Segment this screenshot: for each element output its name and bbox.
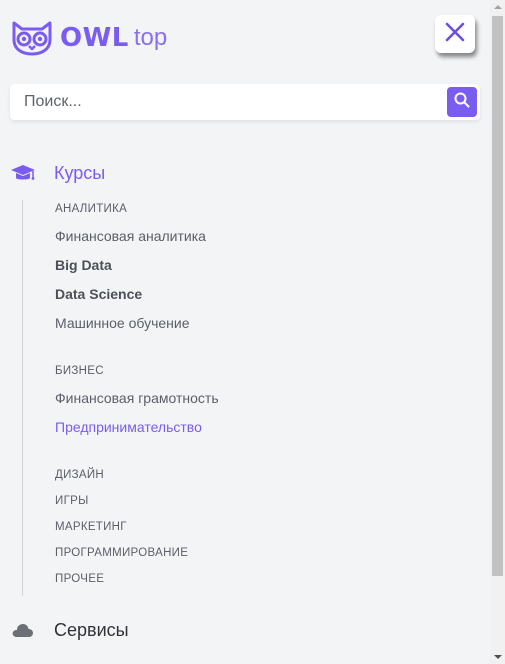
close-menu-button[interactable] bbox=[435, 15, 475, 53]
scrollbar-thumb[interactable] bbox=[492, 16, 503, 576]
scroll-down-arrow-icon[interactable] bbox=[490, 650, 505, 664]
search-bar bbox=[10, 84, 480, 120]
category-other[interactable]: ПРОЧЕЕ bbox=[55, 573, 104, 585]
link-entrepreneurship[interactable]: Предпринимательство bbox=[55, 419, 202, 435]
category-programming[interactable]: ПРОГРАММИРОВАНИЕ bbox=[55, 547, 188, 559]
logo[interactable]: OWL top bbox=[10, 20, 167, 56]
scrollbar[interactable] bbox=[490, 0, 505, 664]
search-input[interactable] bbox=[10, 84, 440, 120]
close-icon bbox=[445, 22, 465, 47]
link-data-science[interactable]: Data Science bbox=[55, 286, 142, 302]
category-marketing[interactable]: МАРКЕТИНГ bbox=[55, 521, 127, 533]
category-design[interactable]: ДИЗАЙН bbox=[55, 469, 104, 481]
link-financial-analytics[interactable]: Финансовая аналитика bbox=[55, 228, 206, 244]
owl-icon bbox=[10, 20, 54, 56]
menu-item-services-label: Сервисы bbox=[54, 620, 129, 640]
category-analytics[interactable]: АНАЛИТИКА bbox=[55, 203, 127, 215]
link-machine-learning[interactable]: Машинное обучение bbox=[55, 315, 190, 331]
category-games[interactable]: ИГРЫ bbox=[55, 495, 89, 507]
link-financial-literacy[interactable]: Финансовая грамотность bbox=[55, 390, 219, 406]
submenu-divider-line bbox=[22, 200, 23, 596]
link-big-data[interactable]: Big Data bbox=[55, 257, 112, 273]
logo-brand: OWL bbox=[60, 23, 129, 53]
menu-item-services[interactable]: Сервисы bbox=[10, 619, 129, 641]
cloud-icon bbox=[10, 619, 36, 641]
category-business[interactable]: БИЗНЕС bbox=[55, 365, 104, 377]
menu-item-courses[interactable]: Курсы bbox=[10, 162, 105, 184]
scroll-up-arrow-icon[interactable] bbox=[490, 0, 505, 14]
graduation-cap-icon bbox=[10, 162, 36, 184]
search-button[interactable] bbox=[447, 87, 477, 117]
logo-suffix: top bbox=[133, 24, 168, 51]
mobile-menu-panel: OWL top Поиск... Курсы АНАЛИТИКА Финансо… bbox=[0, 0, 490, 664]
search-icon bbox=[454, 92, 470, 113]
menu-item-courses-label: Курсы bbox=[54, 163, 106, 183]
